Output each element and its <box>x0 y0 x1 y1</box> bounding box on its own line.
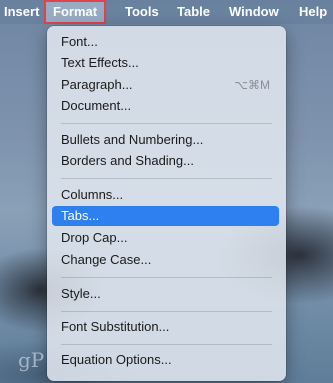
menu-item-text-effects[interactable]: Text Effects... <box>52 53 279 73</box>
menu-item-label: Borders and Shading... <box>61 153 194 168</box>
shortcut-label: ⌥⌘M <box>234 78 270 92</box>
menu-item-label: Bullets and Numbering... <box>61 132 204 147</box>
menu-item-columns[interactable]: Columns... <box>52 185 279 205</box>
menu-item-bullets-numbering[interactable]: Bullets and Numbering... <box>52 130 279 150</box>
menu-window[interactable]: Window <box>222 0 286 24</box>
menu-separator <box>61 178 272 179</box>
menu-item-label: Paragraph... <box>61 77 133 92</box>
menu-item-label: Font... <box>61 34 98 49</box>
menu-item-drop-cap[interactable]: Drop Cap... <box>52 228 279 248</box>
menu-item-label: Font Substitution... <box>61 319 170 334</box>
menu-item-label: Change Case... <box>61 252 152 267</box>
menu-help[interactable]: Help <box>292 0 333 24</box>
menu-item-change-case[interactable]: Change Case... <box>52 250 279 270</box>
menu-item-label: Document... <box>61 98 132 113</box>
menu-item-label: Tabs... <box>61 208 100 223</box>
menu-table[interactable]: Table <box>170 0 217 24</box>
menu-tools[interactable]: Tools <box>118 0 166 24</box>
menu-item-label: Text Effects... <box>61 55 139 70</box>
menu-insert[interactable]: Insert <box>0 0 46 24</box>
menu-bar: Insert Format Tools Table Window Help <box>0 0 333 24</box>
menu-item-paragraph[interactable]: Paragraph... ⌥⌘M <box>52 75 279 95</box>
menu-format[interactable]: Format <box>44 0 107 24</box>
watermark-logo: gP <box>18 348 45 372</box>
menu-item-font[interactable]: Font... <box>52 32 279 52</box>
menu-item-font-substitution[interactable]: Font Substitution... <box>52 317 279 337</box>
menu-item-label: Drop Cap... <box>61 230 128 245</box>
menu-item-label: Style... <box>61 286 101 301</box>
menu-item-borders-shading[interactable]: Borders and Shading... <box>52 151 279 171</box>
menu-item-tabs[interactable]: Tabs... <box>52 206 279 226</box>
menu-separator <box>61 344 272 345</box>
menu-separator <box>61 311 272 312</box>
format-dropdown-menu: Font... Text Effects... Paragraph... ⌥⌘M … <box>47 26 286 381</box>
menu-item-label: Equation Options... <box>61 352 172 367</box>
menu-item-equation-options[interactable]: Equation Options... <box>52 350 279 370</box>
menu-item-style[interactable]: Style... <box>52 284 279 304</box>
menu-item-label: Columns... <box>61 187 124 202</box>
menu-separator <box>61 277 272 278</box>
menu-separator <box>61 123 272 124</box>
menu-item-document[interactable]: Document... <box>52 96 279 116</box>
